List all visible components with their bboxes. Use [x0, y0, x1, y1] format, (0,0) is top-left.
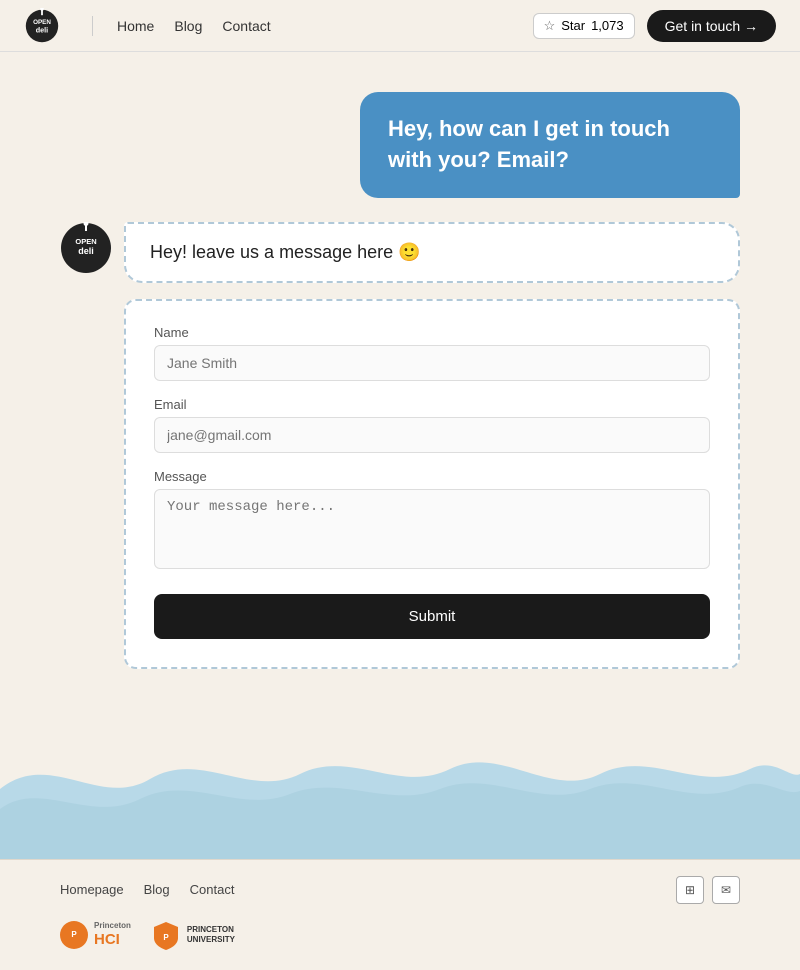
- email-field-group: Email: [154, 397, 710, 453]
- star-button[interactable]: ☆ Star 1,073: [533, 13, 635, 39]
- nav-blog[interactable]: Blog: [174, 18, 202, 34]
- footer-social: ⊞ ✉: [676, 876, 740, 904]
- contact-form-container: Name Email Message Submit: [124, 299, 740, 669]
- nav-divider: [92, 16, 93, 36]
- princeton-university-logo: P PRINCETON UNIVERSITY: [151, 920, 235, 950]
- footer-links: Homepage Blog Contact: [60, 882, 234, 897]
- bot-chat-bubble: Hey! leave us a message here 🙂: [124, 222, 740, 283]
- name-input[interactable]: [154, 345, 710, 381]
- submit-button[interactable]: Submit: [154, 594, 710, 639]
- svg-text:OPEN: OPEN: [75, 237, 96, 246]
- social-grid-button[interactable]: ⊞: [676, 876, 704, 904]
- message-field-group: Message: [154, 469, 710, 574]
- get-in-touch-button[interactable]: Get in touch →: [647, 10, 776, 42]
- svg-text:P: P: [163, 933, 169, 942]
- social-envelope-button[interactable]: ✉: [712, 876, 740, 904]
- princeton-shield-icon: P: [151, 920, 181, 950]
- footer-contact[interactable]: Contact: [190, 882, 235, 897]
- footer: Homepage Blog Contact ⊞ ✉ P Princeton HC…: [0, 859, 800, 970]
- message-label: Message: [154, 469, 710, 484]
- university-text: PRINCETON UNIVERSITY: [187, 925, 235, 944]
- bot-message-text: Hey! leave us a message here 🙂: [150, 242, 421, 262]
- email-input[interactable]: [154, 417, 710, 453]
- hci-logo-circle: P: [60, 921, 88, 949]
- grid-icon: ⊞: [685, 883, 695, 897]
- star-icon: ☆: [544, 18, 556, 34]
- email-label: Email: [154, 397, 710, 412]
- svg-text:deli: deli: [36, 25, 48, 34]
- footer-blog[interactable]: Blog: [144, 882, 170, 897]
- cta-label: Get in touch →: [665, 18, 758, 34]
- wave-section: [0, 729, 800, 859]
- name-label: Name: [154, 325, 710, 340]
- bot-avatar: OPEN deli: [60, 222, 112, 274]
- footer-top: Homepage Blog Contact ⊞ ✉: [60, 876, 740, 904]
- main-content: Hey, how can I get in touch with you? Em…: [0, 52, 800, 699]
- princeton-hci-logo: P Princeton HCI: [60, 921, 131, 949]
- name-field-group: Name: [154, 325, 710, 381]
- svg-text:deli: deli: [78, 246, 94, 256]
- logo-icon: OPEN deli: [24, 8, 60, 44]
- wave-svg: [0, 729, 800, 859]
- hci-text: Princeton HCI: [94, 921, 131, 948]
- nav-home[interactable]: Home: [117, 18, 154, 34]
- footer-homepage[interactable]: Homepage: [60, 882, 124, 897]
- chat-area: OPEN deli Hey! leave us a message here 🙂: [60, 222, 740, 283]
- submit-label: Submit: [409, 608, 456, 625]
- logo[interactable]: OPEN deli: [24, 8, 60, 44]
- footer-logos: P Princeton HCI P PRINCETON UNIVERSITY: [60, 920, 740, 950]
- navbar: OPEN deli Home Blog Contact ☆ Star 1,073…: [0, 0, 800, 52]
- nav-links: Home Blog Contact: [117, 18, 271, 34]
- nav-right: ☆ Star 1,073 Get in touch →: [533, 10, 776, 42]
- star-count: 1,073: [591, 18, 624, 33]
- message-input[interactable]: [154, 489, 710, 569]
- nav-contact[interactable]: Contact: [222, 18, 270, 34]
- envelope-icon: ✉: [721, 883, 731, 897]
- star-label: Star: [561, 18, 585, 33]
- user-chat-bubble: Hey, how can I get in touch with you? Em…: [360, 92, 740, 198]
- user-message-text: Hey, how can I get in touch with you? Em…: [388, 116, 670, 172]
